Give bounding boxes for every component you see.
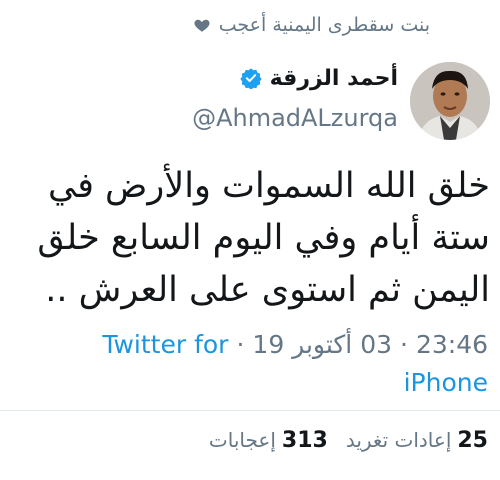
divider	[0, 410, 500, 411]
retweets-count: 25	[457, 428, 488, 453]
likes-stat[interactable]: 313 إعجابات	[209, 428, 328, 453]
verified-badge-icon	[239, 67, 262, 90]
retweets-stat[interactable]: 25 إعادات تغريد	[346, 428, 488, 453]
source-link-continued[interactable]: iPhone	[404, 368, 488, 397]
meta-separator: ·	[400, 330, 408, 359]
author-handle[interactable]: @AhmadALzurqa	[192, 104, 398, 132]
tweet-line: اليمن ثم استوى على العرش ..	[45, 270, 490, 310]
social-context-text[interactable]: بنت سقطرى اليمنية أعجب	[219, 14, 430, 36]
tweet-line: خلق الله السموات والأرض في	[48, 166, 490, 206]
author-name[interactable]: أحمد الزرقة	[270, 66, 398, 91]
retweets-label: إعادات تغريد	[345, 428, 452, 452]
meta-separator: ·	[236, 330, 245, 359]
tweet-line: ستة أيام وفي اليوم السابع خلق	[37, 218, 490, 258]
source-link[interactable]: Twitter for	[102, 330, 228, 359]
tweet-meta: Twitter for · 03 أكتوبر 19 · 23:46	[102, 330, 488, 359]
tweet-text: خلق الله السموات والأرض في ستة أيام وفي …	[10, 160, 490, 316]
likes-label: إعجابات	[208, 428, 276, 452]
tweet-date: 03 أكتوبر 19	[252, 330, 392, 359]
social-context: بنت سقطرى اليمنية أعجب	[193, 10, 430, 40]
tweet-time[interactable]: 23:46	[416, 330, 488, 359]
likes-count: 313	[281, 428, 328, 453]
author-name-row[interactable]: أحمد الزرقة	[239, 62, 398, 94]
avatar[interactable]	[410, 62, 490, 140]
heart-icon	[193, 16, 211, 34]
tweet-stats: 25 إعادات تغريد 313 إعجابات	[209, 428, 488, 453]
